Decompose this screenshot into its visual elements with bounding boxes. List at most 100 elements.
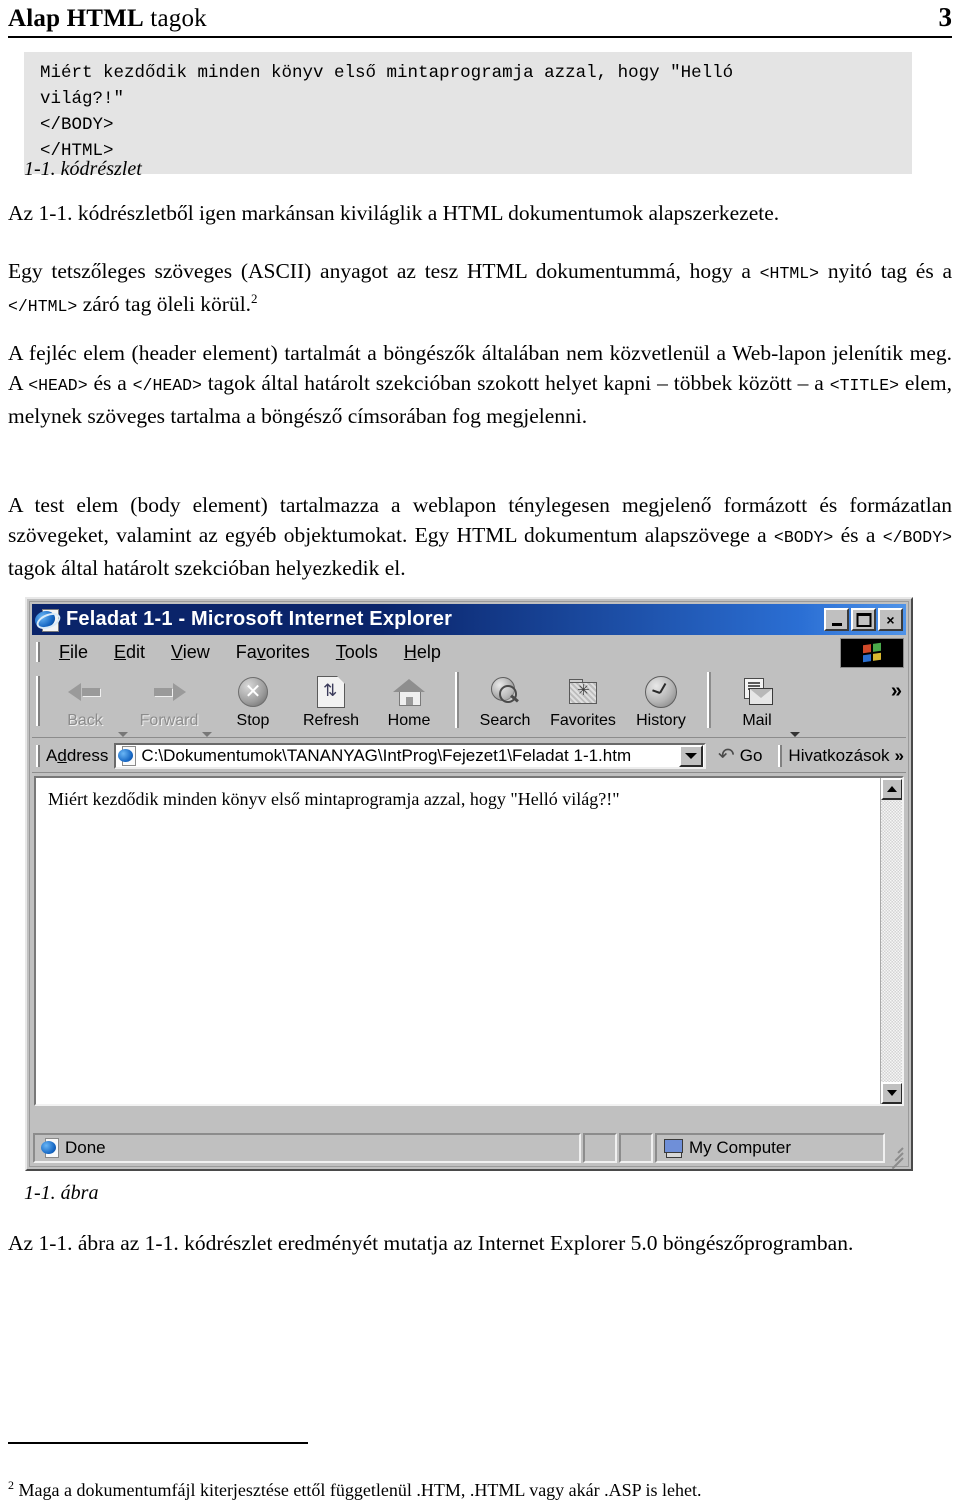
p2-text-c: záró tag öleli körül. [77, 292, 252, 316]
status-cell-2 [619, 1133, 653, 1163]
ie-status-bar: Done My Computer [33, 1133, 905, 1170]
toolbar-back-button[interactable]: Back [46, 668, 124, 734]
footnote-marker-2: 2 [251, 290, 258, 306]
close-icon: × [886, 611, 895, 628]
address-label-pre: A [46, 745, 58, 765]
menu-favorites-rest: orites [265, 641, 310, 662]
ie-brand-animation [840, 638, 904, 668]
toolbar-search-label: Search [479, 712, 531, 729]
address-input-value: C:\Dokumentumok\TANANYAG\IntProg\Fejezet… [141, 745, 632, 765]
menu-item-view[interactable]: View [158, 642, 223, 663]
toolbar-favorites-label: Favorites [550, 712, 616, 729]
document-page: Alap HTML tagok 3 Miért kezdődik minden … [0, 0, 960, 1510]
back-arrow-icon [64, 672, 106, 712]
status-zone: My Computer [655, 1133, 885, 1163]
p2-text-a: Egy tetszőleges szöveges (ASCII) anyagot… [8, 259, 760, 283]
p2-tag-html-close: </HTML> [8, 297, 78, 316]
toolbar-search-button[interactable]: Search [466, 668, 544, 734]
menu-tools-rest: ools [344, 641, 378, 662]
resize-grip[interactable] [887, 1133, 905, 1170]
links-label: Hivatkozások [788, 745, 890, 765]
toolbar-forward-button[interactable]: Forward [130, 668, 208, 734]
mail-icon [736, 672, 778, 712]
paragraph-5: Az 1-1. ábra az 1-1. kódrészlet eredmény… [8, 1231, 854, 1255]
status-zone-text: My Computer [689, 1138, 792, 1157]
links-overflow-chevron-icon: » [894, 745, 905, 765]
maximize-button[interactable] [851, 608, 876, 631]
toolbar-refresh-button[interactable]: ⇅ Refresh [292, 668, 370, 734]
toolbar-back-label: Back [67, 712, 103, 729]
toolbar-history-button[interactable]: History [622, 668, 700, 734]
go-arrow-icon: ↷ [717, 745, 735, 767]
chevron-up-icon [887, 786, 897, 792]
p4-text-b: és a [833, 523, 883, 547]
favorites-folder-icon: ✳ [562, 672, 604, 712]
ie-toolbar: Back Forward ✕ Stop ⇅ Refresh Home Searc… [32, 668, 906, 738]
toolbar-grip[interactable] [36, 676, 40, 726]
links-button[interactable]: Hivatkozások» [788, 746, 906, 766]
page-favicon-icon [118, 745, 137, 766]
p2-text-b: nyitó tag és a [819, 259, 952, 283]
status-message: Done [33, 1133, 581, 1163]
ie-window-title: Feladat 1-1 - Microsoft Internet Explore… [66, 608, 453, 630]
address-input[interactable]: C:\Dokumentumok\TANANYAG\IntProg\Fejezet… [114, 742, 706, 769]
minimize-button[interactable] [824, 608, 849, 631]
ie-window-inner: Feladat 1-1 - Microsoft Internet Explore… [29, 601, 909, 1170]
scroll-up-button[interactable] [881, 778, 902, 800]
refresh-icon: ⇅ [310, 672, 352, 712]
home-icon [388, 672, 430, 712]
search-icon [484, 672, 526, 712]
code-listing-caption: 1-1. kódrészlet [24, 158, 142, 180]
toolbar-mail-label: Mail [742, 712, 772, 729]
internet-explorer-window: Feladat 1-1 - Microsoft Internet Explore… [25, 597, 913, 1171]
header-divider [8, 36, 952, 38]
scroll-down-button[interactable] [881, 1082, 902, 1104]
toolbar-refresh-label: Refresh [302, 712, 360, 729]
p4-tag-body-open: <BODY> [773, 528, 834, 547]
figure-caption: 1-1. ábra [24, 1182, 99, 1204]
go-label: Go [739, 745, 763, 765]
close-button[interactable]: × [878, 608, 903, 631]
menu-item-edit[interactable]: Edit [101, 642, 158, 663]
stop-icon: ✕ [232, 672, 274, 712]
menubar-grip[interactable] [36, 642, 40, 662]
running-head: Alap HTML tagok 3 [8, 2, 952, 33]
toolbar-forward-label: Forward [139, 712, 199, 729]
links-grip[interactable] [778, 744, 783, 767]
go-button[interactable]: ↷ Go [706, 743, 774, 768]
toolbar-home-button[interactable]: Home [370, 668, 448, 734]
p3-text-b: és a [87, 371, 133, 395]
ie-logo-icon [33, 608, 63, 632]
menu-tools-mnemonic: T [335, 641, 345, 662]
paragraph-3: A fejléc elem (header element) tartalmát… [8, 338, 952, 431]
menu-help-mnemonic: H [403, 641, 417, 662]
p4-tag-body-close: </BODY> [882, 528, 952, 547]
toolbar-separator-2 [707, 672, 711, 728]
menu-view-mnemonic: V [171, 641, 183, 662]
footnote: 2 Maga a dokumentumfájl kiterjesztése et… [8, 1478, 952, 1502]
menu-edit-mnemonic: E [114, 641, 127, 662]
p3-tag-head-close: </HEAD> [132, 376, 202, 395]
address-dropdown-button[interactable] [678, 744, 703, 767]
menu-item-file[interactable]: File [46, 642, 101, 663]
toolbar-history-label: History [636, 712, 686, 729]
menu-item-tools[interactable]: Tools [323, 642, 391, 663]
menu-item-favorites[interactable]: Favorites [223, 642, 323, 663]
paragraph-4: A test elem (body element) tartalmazza a… [8, 490, 952, 583]
menu-file-rest: ile [70, 641, 89, 662]
vertical-scrollbar[interactable] [880, 778, 902, 1104]
addressbar-grip[interactable] [36, 744, 40, 767]
menu-favorites-mnemonic: v [256, 641, 266, 662]
p4-text-c: tagok által határolt szekcióban helyezke… [8, 556, 406, 580]
paragraph-2: Egy tetszőleges szöveges (ASCII) anyagot… [8, 256, 952, 322]
toolbar-mail-button[interactable]: Mail [718, 668, 796, 734]
toolbar-overflow-chevron-icon[interactable]: » [891, 680, 902, 703]
windows-flag-icon [863, 642, 881, 663]
toolbar-favorites-button[interactable]: ✳ Favorites [544, 668, 622, 734]
status-ie-icon [41, 1138, 59, 1158]
ie-title-bar[interactable]: Feladat 1-1 - Microsoft Internet Explore… [32, 604, 906, 635]
menu-item-help[interactable]: Help [391, 642, 454, 663]
toolbar-stop-button[interactable]: ✕ Stop [214, 668, 292, 734]
menu-file-mnemonic: F [59, 641, 70, 662]
toolbar-home-label: Home [387, 712, 431, 729]
